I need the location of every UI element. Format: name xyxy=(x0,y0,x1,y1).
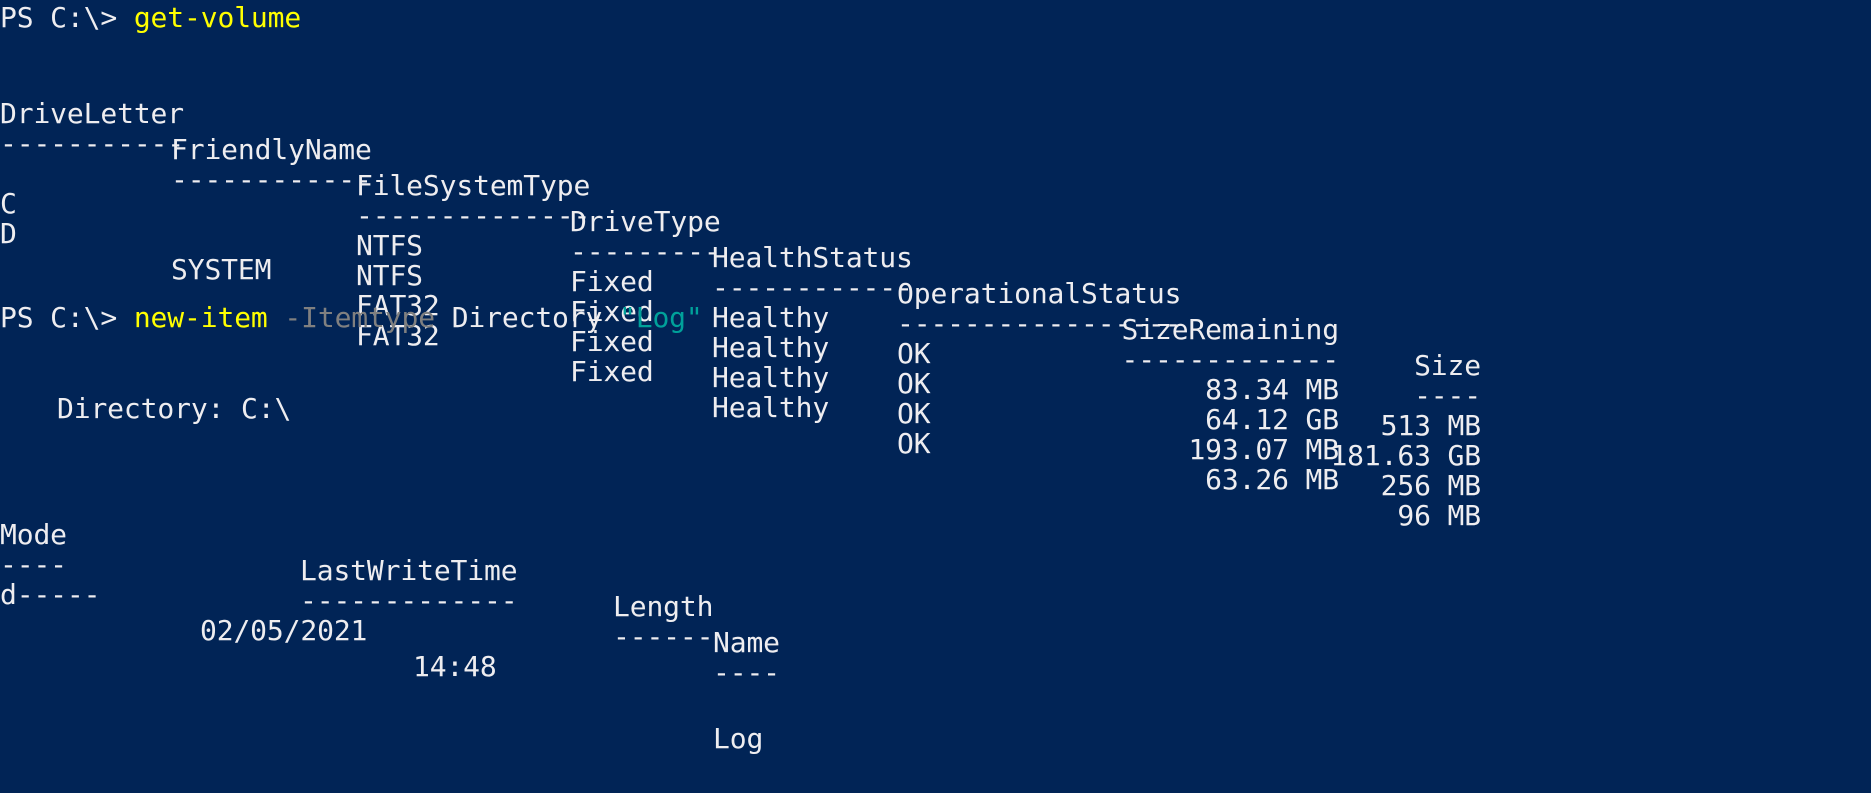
cell-friendly-name: SYSTEM xyxy=(171,253,272,286)
command-line-get-volume: PS C:\> get-volume xyxy=(0,0,301,36)
cell-drive-type: Fixed xyxy=(570,355,654,388)
powershell-console[interactable]: PS C:\> get-volume DriveLetter FriendlyN… xyxy=(0,0,1871,755)
command-line-new-item: PS C:\> new-item -Itemtype Directory "Lo… xyxy=(0,300,703,336)
command-string-value: "Log" xyxy=(618,301,703,334)
separator: ---- xyxy=(713,656,780,689)
directory-path: Directory: C:\ xyxy=(57,392,292,425)
separator: ------ xyxy=(613,620,714,653)
command-name: get-volume xyxy=(133,1,302,34)
prompt: PS C:\> xyxy=(0,1,118,34)
cell-health: Healthy xyxy=(712,391,830,424)
command-parameter: -Itemtype xyxy=(284,301,435,334)
command-name: new-item xyxy=(133,301,268,334)
prompt: PS C:\> xyxy=(0,301,118,334)
cell-op-status: OK xyxy=(897,427,931,460)
table-row: d----- 02/05/2021 14:48 Log xyxy=(0,541,1871,755)
cell-name: Log xyxy=(713,722,764,755)
cell-time: 14:48 xyxy=(413,650,497,683)
table-row: FAT32 Fixed Healthy OK 63.26 MB 96 MB xyxy=(0,210,1871,532)
separator: ----------------- xyxy=(897,307,1182,340)
directory-label: Directory: C:\ xyxy=(57,391,291,427)
cell-mode: d----- xyxy=(0,578,101,611)
cell-date: 02/05/2021 xyxy=(200,614,368,647)
command-argument: Directory xyxy=(451,301,603,334)
